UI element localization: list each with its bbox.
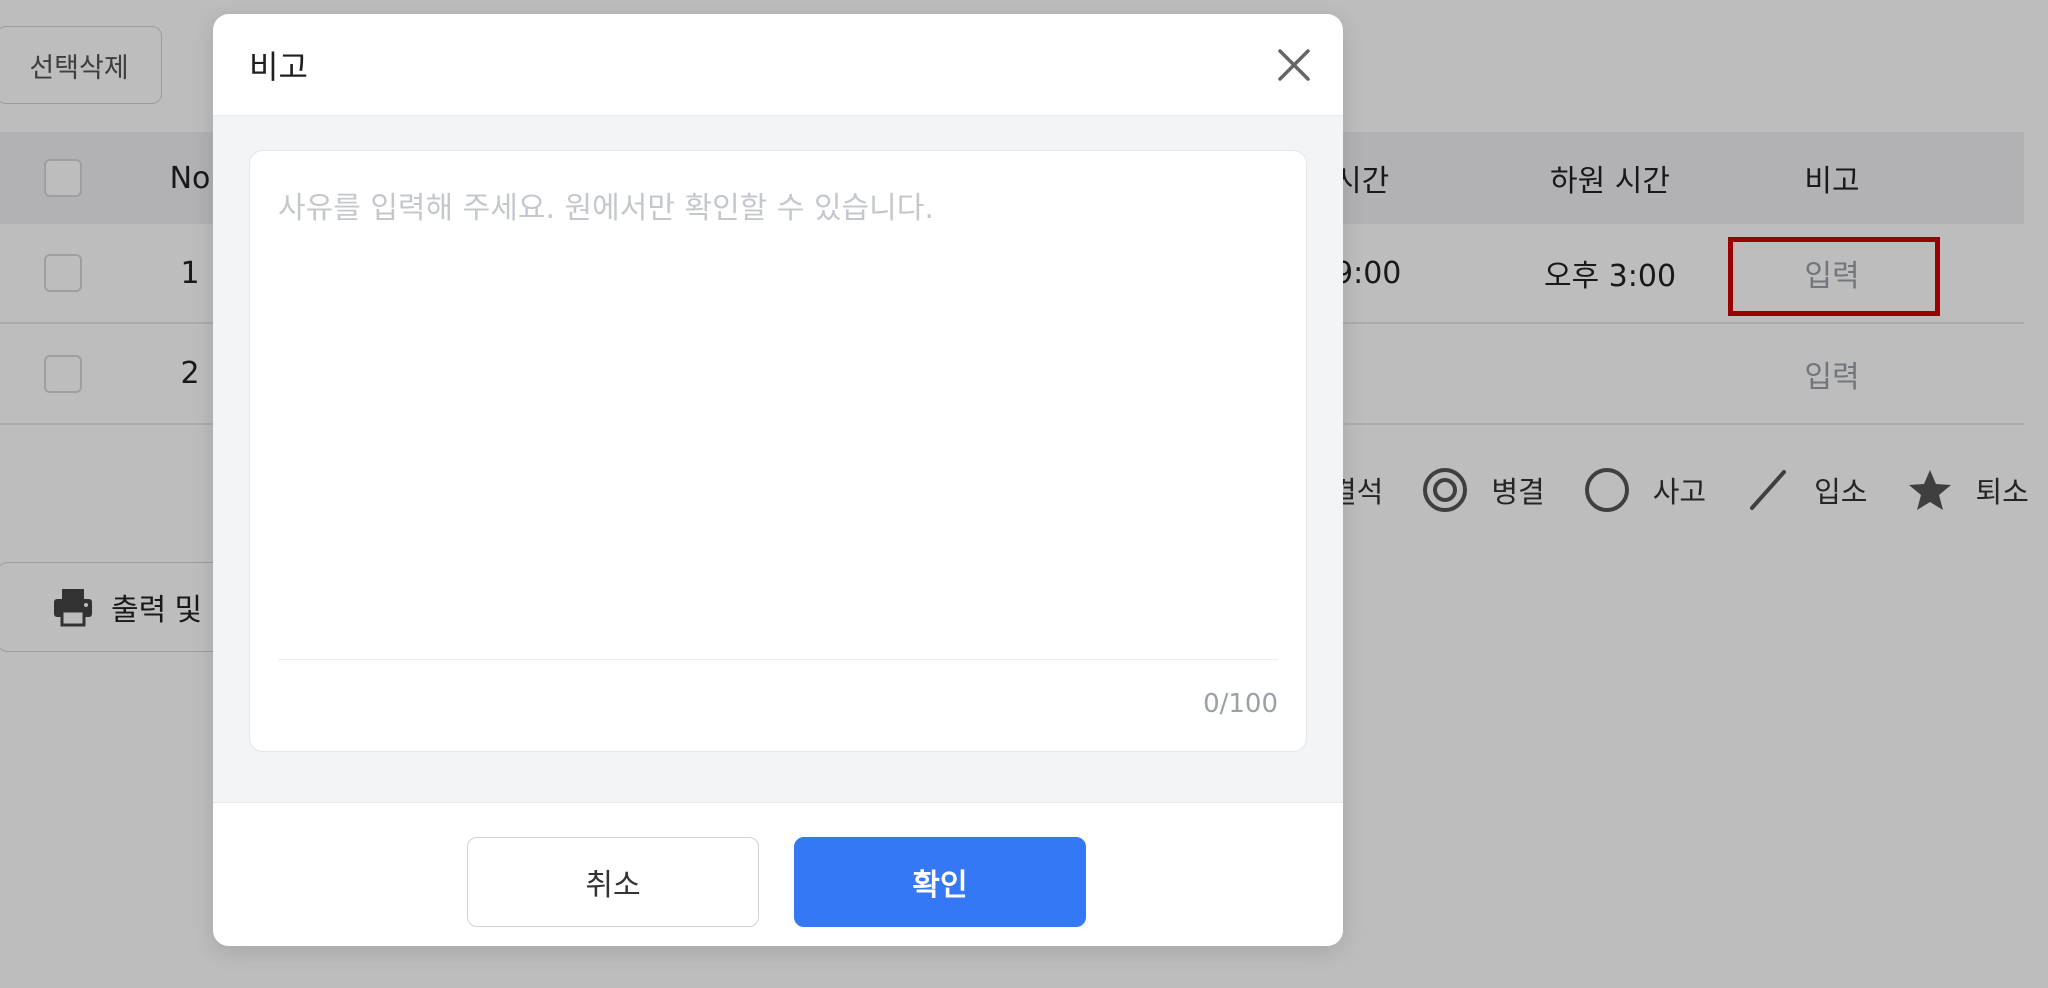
modal-header: 비고 [213,14,1343,116]
memo-modal: 비고 0/100 취소 확인 [213,14,1343,946]
character-counter: 0/100 [1203,689,1278,719]
confirm-button[interactable]: 확인 [794,837,1086,927]
modal-body: 0/100 [213,116,1343,802]
memo-textarea[interactable] [278,183,1278,653]
modal-title: 비고 [249,47,308,86]
textarea-divider [278,659,1278,660]
close-icon[interactable] [1275,46,1313,84]
memo-textarea-container: 0/100 [249,150,1307,752]
modal-footer: 취소 확인 [213,802,1343,946]
cancel-button[interactable]: 취소 [467,837,759,927]
